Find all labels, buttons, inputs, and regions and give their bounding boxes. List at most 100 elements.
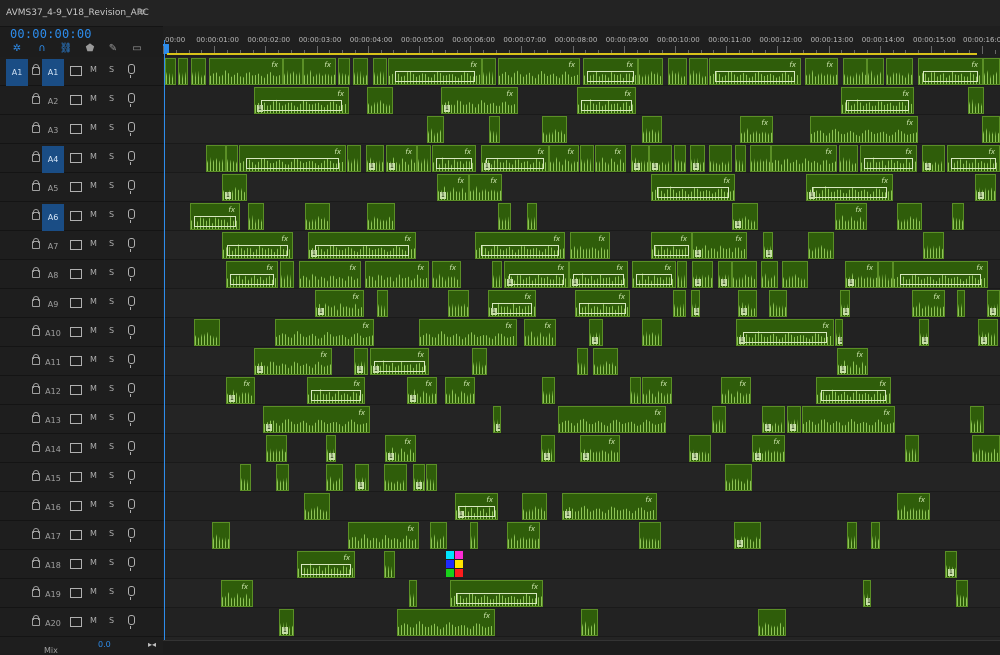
- audio-clip[interactable]: [353, 58, 368, 85]
- audio-clip[interactable]: [709, 145, 732, 172]
- audio-clip[interactable]: 1: [366, 145, 384, 172]
- audio-clip[interactable]: [972, 435, 1000, 462]
- audio-clip[interactable]: [472, 348, 487, 375]
- audio-clip[interactable]: [761, 261, 778, 288]
- audio-clip[interactable]: [165, 58, 176, 85]
- sync-lock-icon[interactable]: [70, 501, 82, 511]
- audio-clip[interactable]: 1: [945, 551, 957, 578]
- audio-clip[interactable]: [982, 116, 1000, 143]
- audio-clip[interactable]: fx: [221, 580, 253, 607]
- audio-clip[interactable]: [843, 58, 867, 85]
- audio-clip[interactable]: fx: [450, 580, 543, 607]
- voice-over-record-icon[interactable]: [128, 238, 135, 252]
- solo-button[interactable]: S: [109, 558, 114, 567]
- mute-button[interactable]: M: [90, 558, 97, 567]
- audio-clip[interactable]: 1: [738, 290, 757, 317]
- audio-clip[interactable]: [377, 290, 388, 317]
- voice-over-record-icon[interactable]: [128, 557, 135, 571]
- audio-clip[interactable]: fx 1: [569, 261, 628, 288]
- audio-clip[interactable]: fx: [816, 377, 891, 404]
- mute-button[interactable]: M: [90, 355, 97, 364]
- audio-clip[interactable]: 1: [762, 406, 785, 433]
- audio-clip[interactable]: [970, 406, 984, 433]
- audio-clip[interactable]: [191, 58, 206, 85]
- audio-clip[interactable]: [732, 261, 757, 288]
- mute-button[interactable]: M: [90, 529, 97, 538]
- audio-clip[interactable]: [240, 464, 251, 491]
- audio-clip[interactable]: [226, 145, 238, 172]
- audio-clip[interactable]: 1: [631, 145, 649, 172]
- lock-icon[interactable]: [32, 180, 40, 191]
- linked-selection-icon[interactable]: ⛓: [59, 42, 73, 56]
- audio-clip[interactable]: [542, 116, 567, 143]
- audio-clip[interactable]: [492, 261, 502, 288]
- audio-clip[interactable]: fx: [577, 87, 636, 114]
- lock-icon[interactable]: [32, 151, 40, 162]
- audio-clip[interactable]: fx: [222, 232, 293, 259]
- audio-clip[interactable]: fx: [771, 145, 837, 172]
- voice-over-record-icon[interactable]: [128, 122, 135, 136]
- audio-clip[interactable]: [642, 116, 662, 143]
- solo-button[interactable]: S: [109, 587, 114, 596]
- sync-lock-icon[interactable]: [70, 472, 82, 482]
- audio-clip[interactable]: 1: [689, 435, 711, 462]
- go-to-end-icon[interactable]: ▸◂: [148, 640, 156, 649]
- audio-clip[interactable]: [581, 609, 598, 636]
- audio-clip[interactable]: fx: [651, 232, 692, 259]
- solo-button[interactable]: S: [109, 471, 114, 480]
- voice-over-record-icon[interactable]: [128, 267, 135, 281]
- lock-icon[interactable]: [32, 441, 40, 452]
- voice-over-record-icon[interactable]: [128, 296, 135, 310]
- audio-clip[interactable]: fx 1: [226, 377, 255, 404]
- sync-lock-icon[interactable]: [70, 269, 82, 279]
- audio-clip[interactable]: [448, 290, 469, 317]
- mix-volume-value[interactable]: 0.0: [98, 640, 111, 649]
- mute-button[interactable]: M: [90, 297, 97, 306]
- audio-clip[interactable]: fx: [632, 261, 676, 288]
- audio-clip[interactable]: fx: [835, 203, 867, 230]
- audio-clip[interactable]: [871, 522, 880, 549]
- audio-clip[interactable]: [983, 58, 1000, 85]
- audio-clip[interactable]: 1: [840, 290, 850, 317]
- audio-clip[interactable]: fx: [642, 377, 672, 404]
- playhead-line[interactable]: [164, 40, 165, 640]
- solo-button[interactable]: S: [109, 181, 114, 190]
- mute-button[interactable]: M: [90, 210, 97, 219]
- audio-clip[interactable]: [367, 203, 395, 230]
- marker-icon[interactable]: ⬟: [83, 42, 97, 56]
- audio-clip[interactable]: [248, 203, 264, 230]
- audio-clip[interactable]: fx: [348, 522, 419, 549]
- audio-clip[interactable]: [847, 522, 857, 549]
- audio-clip[interactable]: [750, 145, 771, 172]
- audio-clip[interactable]: fx: [397, 609, 495, 636]
- voice-over-record-icon[interactable]: [128, 441, 135, 455]
- audio-clip[interactable]: fx: [419, 319, 517, 346]
- solo-button[interactable]: S: [109, 413, 114, 422]
- audio-clip[interactable]: [867, 58, 884, 85]
- lock-icon[interactable]: [32, 528, 40, 539]
- audio-clip[interactable]: [527, 203, 537, 230]
- audio-clip[interactable]: 1: [279, 609, 294, 636]
- solo-button[interactable]: S: [109, 442, 114, 451]
- track-lane[interactable]: [163, 202, 1000, 231]
- mute-button[interactable]: M: [90, 616, 97, 625]
- mute-button[interactable]: M: [90, 384, 97, 393]
- track-target-toggle[interactable]: A16: [42, 494, 64, 521]
- lock-icon[interactable]: [32, 267, 40, 278]
- audio-clip[interactable]: fx: [388, 58, 482, 85]
- audio-clip[interactable]: [304, 493, 330, 520]
- audio-clip[interactable]: fx 1: [263, 406, 370, 433]
- audio-clip[interactable]: fx 1: [481, 145, 549, 172]
- track-target-toggle[interactable]: A20: [42, 610, 64, 637]
- audio-clip[interactable]: 1: [718, 261, 732, 288]
- sync-lock-icon[interactable]: [70, 617, 82, 627]
- audio-clip[interactable]: [384, 464, 407, 491]
- solo-button[interactable]: S: [109, 210, 114, 219]
- track-target-toggle[interactable]: A5: [42, 175, 64, 202]
- audio-clip[interactable]: fx 1: [837, 348, 868, 375]
- audio-clip[interactable]: fx 1: [385, 435, 416, 462]
- audio-clip[interactable]: fx: [432, 145, 476, 172]
- audio-clip[interactable]: [952, 203, 964, 230]
- audio-clip[interactable]: fx: [740, 116, 773, 143]
- audio-clip[interactable]: 1: [354, 348, 368, 375]
